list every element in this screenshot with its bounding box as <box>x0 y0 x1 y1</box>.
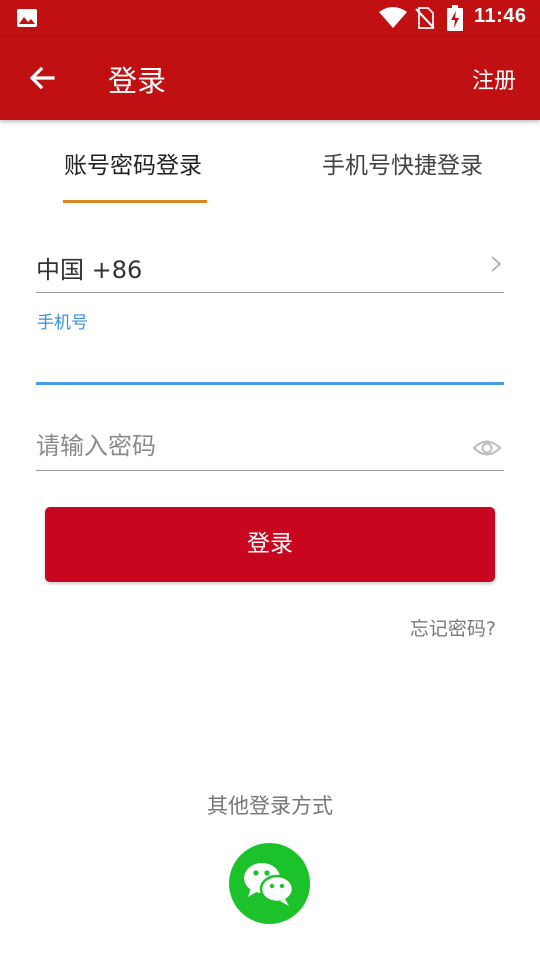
chevron-right-icon[interactable] <box>489 254 503 274</box>
country-code-selector[interactable]: 中国 +86 <box>36 250 142 285</box>
eye-icon[interactable] <box>472 436 502 460</box>
register-button[interactable]: 注册 <box>472 63 516 95</box>
forgot-password-link[interactable]: 忘记密码? <box>410 614 496 641</box>
no-sim-icon <box>415 7 435 29</box>
app-bar: 登录 注册 <box>0 36 540 120</box>
status-bar: 11:46 <box>0 0 540 36</box>
page-title: 登录 <box>108 64 167 98</box>
tab-indicator <box>63 200 207 203</box>
tab-phone-quick-login[interactable]: 手机号快捷登录 <box>322 146 483 180</box>
tab-account-password-login[interactable]: 账号密码登录 <box>64 146 202 180</box>
status-time: 11:46 <box>474 5 527 27</box>
phone-input-underline <box>36 382 504 385</box>
battery-charging-icon <box>447 5 463 31</box>
wechat-login-button[interactable] <box>229 843 310 924</box>
phone-field-label: 手机号 <box>37 313 88 333</box>
wifi-icon <box>379 7 407 28</box>
image-icon <box>17 9 37 27</box>
divider <box>36 292 504 293</box>
wechat-icon <box>244 863 295 906</box>
phone-input[interactable] <box>36 336 504 382</box>
other-login-title: 其他登录方式 <box>207 794 333 818</box>
divider <box>36 470 504 471</box>
password-input[interactable] <box>36 424 456 468</box>
arrow-left-icon[interactable] <box>26 62 58 94</box>
login-button[interactable]: 登录 <box>45 507 495 582</box>
